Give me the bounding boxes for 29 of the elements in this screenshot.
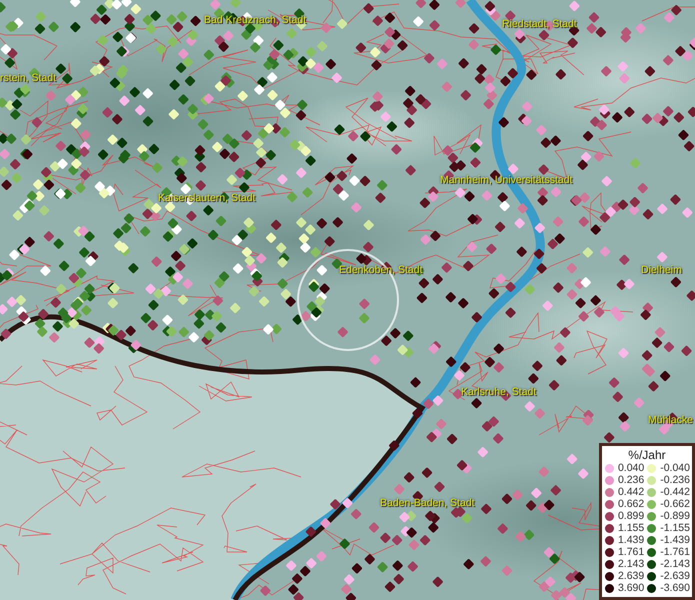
legend-value: -0.040: [660, 462, 690, 474]
legend-value: -0.662: [660, 498, 690, 510]
legend-value: 1.761: [618, 546, 644, 558]
place-label: Mannheim, Universitätsstadt: [440, 174, 572, 186]
legend-value: -0.442: [660, 486, 690, 498]
legend-value: -1.155: [660, 522, 690, 534]
legend-value: 0.040: [618, 462, 644, 474]
legend-value: -3.690: [660, 582, 690, 594]
place-label: Baden-Baden, Stadt: [380, 497, 475, 509]
place-label: rstein, Stadt: [0, 72, 56, 84]
place-label: Riedstadt, Stadt: [502, 18, 577, 30]
place-label: Dielheim: [641, 264, 682, 276]
legend-value: -1.761: [660, 546, 690, 558]
legend-value: 0.442: [618, 486, 644, 498]
legend-value: 3.690: [618, 582, 644, 594]
legend-value: 1.155: [618, 522, 644, 534]
legend-value: 2.143: [618, 558, 644, 570]
legend-value: -1.439: [660, 534, 690, 546]
legend-value: -0.899: [660, 510, 690, 522]
legend-value: 0.899: [618, 510, 644, 522]
legend-value: 2.639: [618, 570, 644, 582]
place-label: Mühlacke: [648, 414, 693, 426]
legend-title: %/Jahr: [627, 448, 667, 462]
legend-value: -0.236: [660, 474, 690, 486]
legend-value: 0.662: [618, 498, 644, 510]
legend-value: 1.439: [618, 534, 644, 546]
legend-value: -2.143: [660, 558, 690, 570]
legend-value: 0.236: [618, 474, 644, 486]
legend-value: -2.639: [660, 570, 690, 582]
